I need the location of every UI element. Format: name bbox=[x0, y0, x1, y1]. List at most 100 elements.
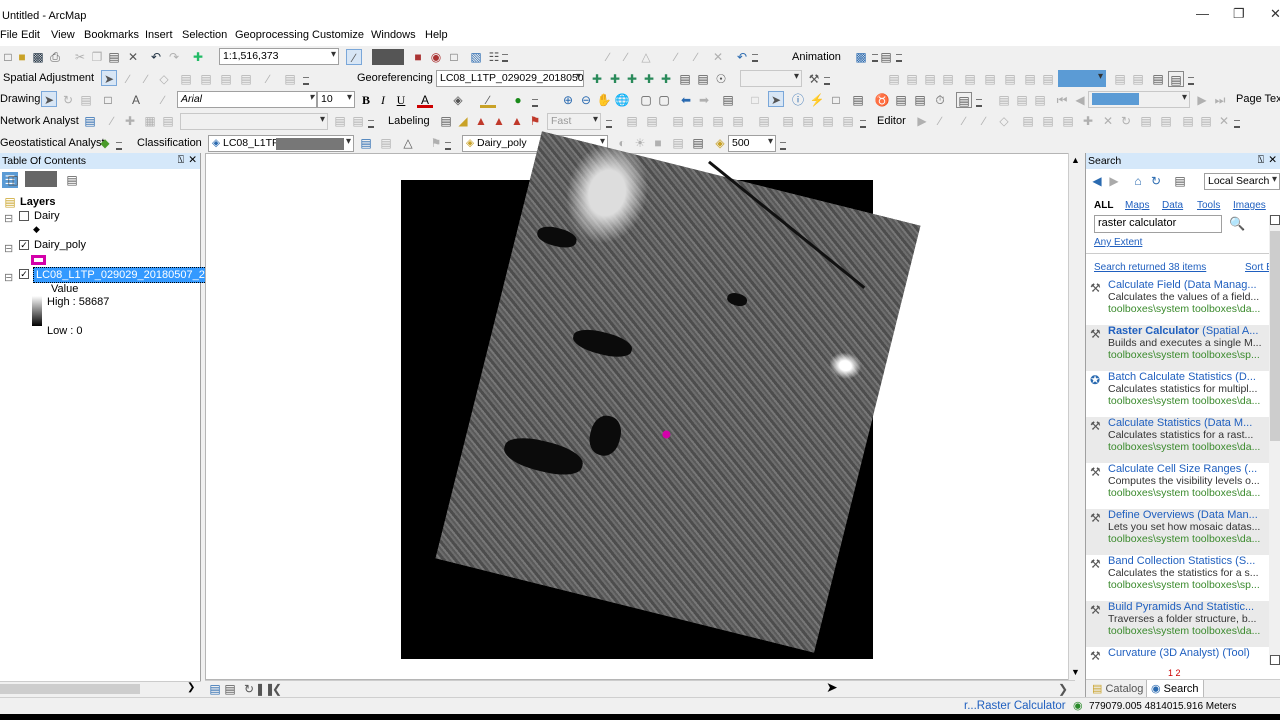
georef-tool-icon-1[interactable]: ▤ bbox=[624, 113, 640, 129]
select-features-icon[interactable]: ▤ bbox=[720, 92, 736, 108]
find-route-icon[interactable]: ▤ bbox=[893, 92, 909, 108]
shift-geo-icon[interactable]: ✚ bbox=[607, 71, 623, 87]
search-result-item[interactable]: ⚒ Raster Calculator (Spatial A... Builds… bbox=[1086, 325, 1280, 371]
go-to-xy-icon[interactable]: ▤ bbox=[912, 92, 928, 108]
cut-icon[interactable]: ✂ bbox=[72, 49, 88, 65]
expand-dairy-poly[interactable]: ⊟ bbox=[4, 242, 13, 255]
toolbar-grip[interactable] bbox=[896, 54, 902, 62]
result-title[interactable]: Calculate Statistics (Data M... bbox=[1108, 417, 1263, 429]
catalog-tab[interactable]: ▤ Catalog bbox=[1092, 682, 1143, 695]
scroll-right-icon[interactable]: ❯ bbox=[187, 682, 195, 693]
topology-icon-4[interactable]: ▤ bbox=[1168, 71, 1184, 87]
toolbar-grip[interactable] bbox=[1188, 77, 1194, 85]
na-tool-icon-1[interactable]: ∕ bbox=[104, 113, 120, 129]
topology-icon-3[interactable]: ▤ bbox=[1150, 71, 1166, 87]
new-link-icon[interactable]: ∕ bbox=[120, 71, 136, 87]
filter-all[interactable]: ALL bbox=[1094, 200, 1113, 211]
back-extent-icon[interactable]: ⬅ bbox=[678, 92, 694, 108]
versioning-icon-7[interactable]: ▤ bbox=[1002, 71, 1018, 87]
search-result-item[interactable]: ⚒ Calculate Cell Size Ranges (... Comput… bbox=[1086, 463, 1280, 509]
map-hscrollbar[interactable]: ▤ ▤ ↻ ❚❚ ❮ ❯ bbox=[205, 680, 1075, 696]
result-title[interactable]: Define Overviews (Data Man... bbox=[1108, 509, 1263, 521]
search-result-item[interactable]: ⚒ Build Pyramids And Statistic... Traver… bbox=[1086, 601, 1280, 647]
result-title[interactable]: Calculate Field (Data Manag... bbox=[1108, 279, 1263, 291]
editor-tool-icon-4[interactable]: ∕ bbox=[976, 113, 992, 129]
add-control-points-icon[interactable]: ✚ bbox=[641, 71, 657, 87]
result-title[interactable]: Raster Calculator (Spatial A... bbox=[1108, 325, 1263, 337]
effects-icon-5[interactable]: ▤ bbox=[690, 135, 706, 151]
menu-edit[interactable]: Edit bbox=[21, 29, 40, 41]
layout-tool-icon-1[interactable]: ▤ bbox=[996, 92, 1012, 108]
na-layer-dropdown[interactable] bbox=[180, 113, 328, 130]
versioning-icon-9[interactable]: ▤ bbox=[1040, 71, 1056, 87]
effects-icon-2[interactable]: ☀ bbox=[632, 135, 648, 151]
geostat-wizard-icon[interactable]: ◆ bbox=[97, 135, 113, 151]
back-arrow-icon[interactable]: ◀ bbox=[1089, 173, 1105, 189]
viewer-icon[interactable]: ▤ bbox=[695, 71, 711, 87]
spatial-adjustment-menu[interactable]: Spatial Adjustment bbox=[3, 72, 94, 84]
filter-data[interactable]: Data bbox=[1162, 200, 1183, 211]
training-sample-icon[interactable]: ▤ bbox=[358, 135, 374, 151]
clear-selection-icon[interactable]: □ bbox=[747, 92, 763, 108]
toc-close-icon[interactable]: ✕ bbox=[188, 154, 197, 166]
full-extent-icon[interactable]: 🌐 bbox=[614, 92, 630, 108]
menu-bookmarks[interactable]: Bookmarks bbox=[84, 29, 139, 41]
zoom-to-element-icon[interactable]: ▤ bbox=[78, 92, 94, 108]
search-scroll-thumb[interactable] bbox=[1270, 231, 1280, 441]
geostatistical-analyst-menu[interactable]: Geostatistical Analyst bbox=[0, 137, 105, 149]
georef-tool-icon-5[interactable]: ▤ bbox=[710, 113, 726, 129]
toolbar-grip[interactable] bbox=[303, 77, 309, 85]
rotate-geo-icon[interactable]: ✚ bbox=[589, 71, 605, 87]
first-page-icon[interactable]: ⏮ bbox=[1054, 92, 1070, 108]
print-icon[interactable]: ⎙ bbox=[47, 49, 63, 65]
georef-tool-icon-4[interactable]: ▤ bbox=[690, 113, 706, 129]
toolbar-grip[interactable] bbox=[532, 99, 538, 107]
layer-dairy-poly[interactable]: Dairy_poly bbox=[34, 239, 86, 251]
search-go-icon[interactable]: 🔍 bbox=[1229, 216, 1245, 232]
forward-arrow-icon[interactable]: ▶ bbox=[1106, 173, 1122, 189]
zoom-in-icon[interactable]: ⊕ bbox=[560, 92, 576, 108]
select-elements-icon[interactable]: ➤ bbox=[101, 70, 117, 86]
georeferencing-menu[interactable]: Georeferencing bbox=[357, 72, 433, 84]
restore-button[interactable]: ❐ bbox=[1233, 6, 1245, 22]
zoom-out-icon[interactable]: ⊖ bbox=[578, 92, 594, 108]
menu-view[interactable]: View bbox=[51, 29, 75, 41]
save-icon[interactable]: ▩ bbox=[30, 49, 46, 65]
map-vscrollbar[interactable]: ▲ ▼ bbox=[1068, 153, 1080, 680]
view-link-table-geo-icon[interactable]: ▤ bbox=[677, 71, 693, 87]
italic-icon[interactable]: I bbox=[375, 92, 391, 108]
layout-tool-icon-2[interactable]: ▤ bbox=[1014, 92, 1030, 108]
filter-tools[interactable]: Tools bbox=[1197, 200, 1220, 211]
last-page-icon[interactable]: ⏭ bbox=[1212, 92, 1228, 108]
create-viewer-icon[interactable]: ▤ bbox=[956, 92, 972, 108]
page-dropdown[interactable]: xxxxxxxxx bbox=[1088, 91, 1190, 108]
scroll-down-icon[interactable]: ▼ bbox=[1071, 667, 1080, 677]
search-pin-icon[interactable]: ⍂ bbox=[1258, 154, 1264, 167]
open-icon[interactable]: ■ bbox=[14, 49, 30, 65]
result-title[interactable]: Band Collection Statistics (S... bbox=[1108, 555, 1263, 567]
menu-file[interactable]: File bbox=[0, 29, 18, 41]
effects-icon-4[interactable]: ▤ bbox=[670, 135, 686, 151]
rotate-icon[interactable]: ✕ bbox=[710, 49, 726, 65]
toolbar-grip[interactable] bbox=[606, 120, 612, 128]
fixed-zoom-out-icon[interactable]: ▢ bbox=[656, 92, 672, 108]
font-size-dropdown[interactable]: 10 bbox=[317, 91, 355, 108]
menu-customize[interactable]: Customize bbox=[312, 29, 364, 41]
toc-hscrollbar[interactable]: ❯ bbox=[0, 681, 201, 697]
rectangle-icon[interactable]: □ bbox=[100, 92, 116, 108]
georef-tool-icon-9[interactable]: ▤ bbox=[800, 113, 816, 129]
pin-icon[interactable]: ⍂ bbox=[178, 154, 184, 167]
versioning-icon-2[interactable]: ▤ bbox=[904, 71, 920, 87]
fixed-zoom-in-icon[interactable]: ▢ bbox=[638, 92, 654, 108]
hscroll-right-icon[interactable]: ❯ bbox=[1055, 681, 1071, 697]
find-icon[interactable]: ♉ bbox=[874, 92, 890, 108]
scale-dropdown[interactable]: 1:1,516,373 bbox=[219, 48, 339, 65]
label-quality-dropdown[interactable]: Fast bbox=[547, 113, 601, 130]
toolbar-grip[interactable] bbox=[780, 142, 786, 150]
toolbar-grip[interactable] bbox=[752, 54, 758, 62]
search-result-item[interactable]: ⚒ Define Overviews (Data Man... Lets you… bbox=[1086, 509, 1280, 555]
search-returned-label[interactable]: Search returned 38 items bbox=[1094, 262, 1206, 273]
menu-windows[interactable]: Windows bbox=[371, 29, 416, 41]
georef-tool-icon-2[interactable]: ▤ bbox=[644, 113, 660, 129]
cut-polygon-icon[interactable]: ∕ bbox=[668, 49, 684, 65]
